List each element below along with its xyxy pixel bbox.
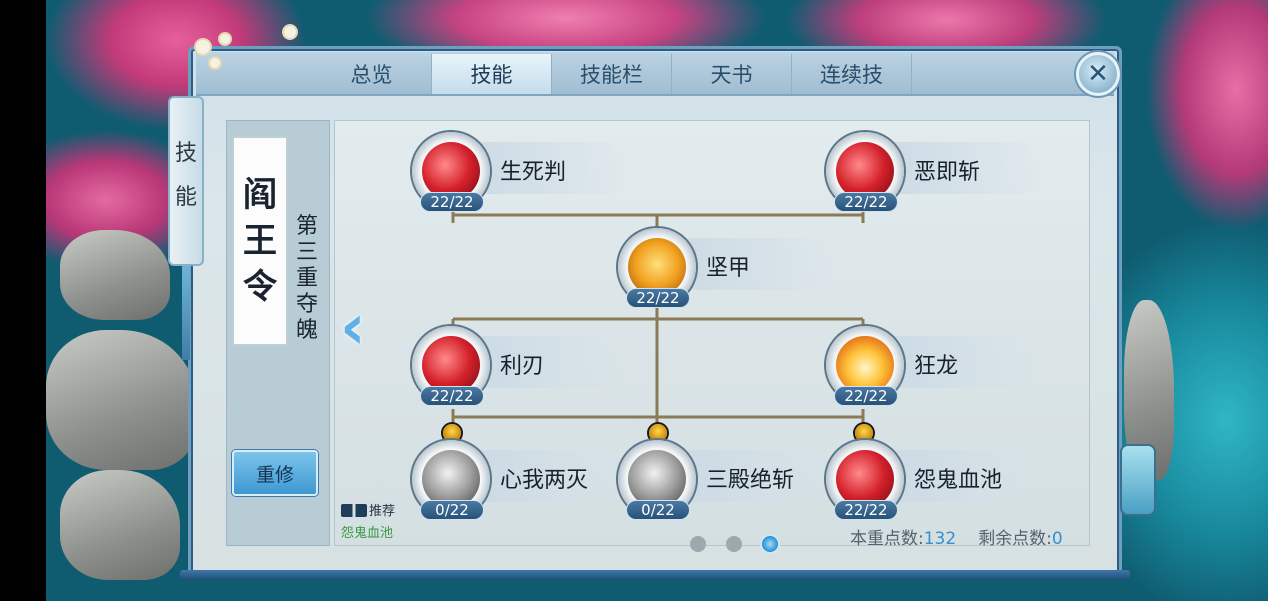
page-dot[interactable] [726, 536, 742, 552]
skill-name: 生死判 [500, 160, 567, 185]
tab-bar: 总览 技能 技能栏 天书 连续技 [312, 54, 912, 94]
skill-level: 0/22 [626, 500, 690, 520]
flower-ornament-icon [220, 34, 230, 44]
side-tag-char: 能 [174, 185, 197, 210]
skill-level: 22/22 [420, 192, 484, 212]
skill-level: 22/22 [834, 192, 898, 212]
tier-char: 魄 [295, 318, 318, 343]
skill-name: 心我两灭 [500, 468, 589, 493]
skill-name: 三殿绝斩 [706, 468, 795, 493]
skill-name: 狂龙 [914, 354, 959, 379]
skill-level: 22/22 [834, 386, 898, 406]
skill-name: 利刃 [500, 354, 545, 379]
tier-char: 第 [295, 214, 318, 239]
school-name-char: 王 [243, 221, 277, 261]
skill-level: 0/22 [420, 500, 484, 520]
previous-page-arrow[interactable]: ‹ [340, 296, 374, 362]
skill-name: 怨鬼血池 [914, 468, 1003, 493]
background-rock [46, 330, 196, 470]
lantern-ornament-icon [1120, 444, 1156, 516]
recommended-skill[interactable]: 怨鬼血池 [341, 522, 393, 541]
flower-ornament-icon [196, 40, 210, 54]
skill-points: 本重点数:132 剩余点数:0 [850, 524, 1063, 549]
letterbox-left [0, 0, 46, 601]
tier-char: 重 [295, 266, 318, 291]
close-button[interactable]: ✕ [1076, 52, 1120, 96]
remaining-points-label: 剩余点数: [978, 529, 1052, 549]
skill-name: 恶即斩 [914, 160, 981, 185]
flower-ornament-icon [284, 26, 296, 38]
scroll-tassel [182, 266, 190, 360]
book-icon [341, 504, 367, 517]
side-tag-scroll: 技 能 [168, 96, 204, 266]
tab-overview[interactable]: 总览 [312, 54, 432, 94]
tier-points-label: 本重点数: [850, 529, 924, 549]
tier-char: 三 [295, 240, 318, 265]
reset-skills-button[interactable]: 重修 [232, 450, 318, 496]
recommend-label: 推荐 [341, 500, 395, 519]
recommend-text: 推荐 [369, 504, 396, 519]
panel-bottom-border [180, 570, 1130, 580]
page-dot[interactable] [690, 536, 706, 552]
school-name-card: 阎 王 令 [232, 136, 288, 346]
page-dot-active[interactable] [762, 536, 778, 552]
close-icon: ✕ [1087, 59, 1109, 89]
flower-ornament-icon [210, 58, 220, 68]
skill-name: 坚甲 [706, 256, 751, 281]
skill-level: 22/22 [626, 288, 690, 308]
tab-skill-bar[interactable]: 技能栏 [552, 54, 672, 94]
tier-points-value: 132 [923, 529, 957, 549]
tab-heavenly-book[interactable]: 天书 [672, 54, 792, 94]
school-name-char: 令 [243, 267, 277, 307]
game-screen: 总览 技能 技能栏 天书 连续技 ✕ 技 能 阎 王 令 第 三 重 夺 魄 重… [0, 0, 1268, 601]
side-tag-char: 技 [174, 141, 197, 166]
tab-skills[interactable]: 技能 [432, 54, 552, 94]
page-indicator [690, 536, 778, 552]
skill-level: 22/22 [420, 386, 484, 406]
background-rock [60, 230, 170, 320]
skill-level: 22/22 [834, 500, 898, 520]
school-name-char: 阎 [243, 175, 277, 215]
school-tier-label: 第 三 重 夺 魄 [292, 214, 322, 344]
remaining-points-value: 0 [1051, 529, 1063, 549]
background-rock [60, 470, 180, 580]
tab-combo-skills[interactable]: 连续技 [792, 54, 912, 94]
tier-char: 夺 [295, 292, 318, 317]
